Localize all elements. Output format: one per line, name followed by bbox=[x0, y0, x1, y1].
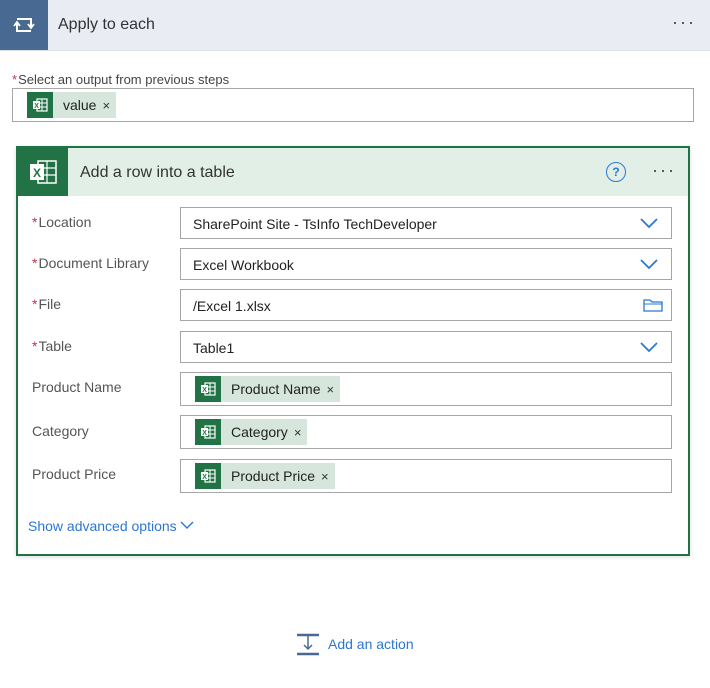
output-input[interactable]: X value × bbox=[12, 88, 694, 122]
remove-token-icon[interactable]: × bbox=[321, 469, 335, 484]
action-header[interactable]: X Add a row into a table ? ··· bbox=[18, 148, 688, 196]
apply-to-each-title: Apply to each bbox=[58, 16, 155, 33]
svg-text:X: X bbox=[202, 474, 207, 481]
excel-icon: X bbox=[195, 463, 221, 489]
required-marker: * bbox=[32, 255, 38, 271]
value-token-label: value bbox=[63, 97, 97, 113]
add-an-action-label: Add an action bbox=[328, 636, 414, 652]
more-options-icon[interactable]: ··· bbox=[672, 12, 696, 33]
add-row-action-card: X Add a row into a table ? ··· *Location… bbox=[16, 146, 690, 556]
more-options-icon[interactable]: ··· bbox=[652, 160, 676, 181]
location-label-text: Location bbox=[38, 214, 92, 230]
file-input[interactable]: /Excel 1.xlsx bbox=[180, 289, 672, 321]
remove-token-icon[interactable]: × bbox=[102, 98, 116, 113]
location-dropdown[interactable]: SharePoint Site - TsInfo TechDeveloper bbox=[180, 207, 672, 239]
remove-token-icon[interactable]: × bbox=[294, 425, 308, 440]
show-advanced-options-link[interactable]: Show advanced options bbox=[28, 518, 177, 534]
excel-icon: X bbox=[18, 148, 68, 196]
folder-icon[interactable] bbox=[643, 297, 663, 313]
document-library-value: Excel Workbook bbox=[193, 257, 294, 273]
required-marker: * bbox=[32, 296, 38, 312]
category-label: Category bbox=[32, 423, 89, 439]
file-label-text: File bbox=[38, 296, 62, 312]
product-name-token[interactable]: X Product Name × bbox=[195, 376, 341, 402]
chevron-down-icon[interactable] bbox=[639, 339, 659, 355]
output-field-label-text: Select an output from previous steps bbox=[18, 72, 230, 87]
category-token[interactable]: X Category × bbox=[195, 419, 308, 445]
location-label: *Location bbox=[32, 214, 91, 230]
table-dropdown[interactable]: Table1 bbox=[180, 331, 672, 363]
chevron-down-icon[interactable] bbox=[180, 520, 194, 530]
value-token[interactable]: X value × bbox=[27, 92, 117, 118]
table-label-text: Table bbox=[38, 338, 72, 354]
excel-icon: X bbox=[195, 419, 221, 445]
action-title: Add a row into a table bbox=[80, 164, 235, 181]
product-name-token-label: Product Name bbox=[231, 381, 321, 397]
svg-text:X: X bbox=[33, 166, 41, 180]
required-marker: * bbox=[12, 72, 18, 87]
product-price-token-label: Product Price bbox=[231, 468, 316, 484]
document-library-label: *Document Library bbox=[32, 255, 149, 271]
add-action-icon bbox=[297, 633, 319, 656]
product-price-input[interactable]: X Product Price × bbox=[180, 459, 672, 493]
required-marker: * bbox=[32, 338, 38, 354]
help-icon[interactable]: ? bbox=[606, 162, 626, 182]
required-marker: * bbox=[32, 214, 38, 230]
file-value: /Excel 1.xlsx bbox=[193, 298, 271, 314]
category-input[interactable]: X Category × bbox=[180, 415, 672, 449]
location-value: SharePoint Site - TsInfo TechDeveloper bbox=[193, 216, 437, 232]
apply-to-each-header[interactable]: Apply to each ··· bbox=[0, 0, 710, 51]
add-an-action-button[interactable]: Add an action bbox=[296, 632, 414, 656]
loop-icon bbox=[0, 0, 48, 50]
remove-token-icon[interactable]: × bbox=[326, 382, 340, 397]
table-label: *Table bbox=[32, 338, 72, 354]
svg-text:X: X bbox=[34, 103, 39, 110]
svg-text:X: X bbox=[202, 387, 207, 394]
product-price-token[interactable]: X Product Price × bbox=[195, 463, 335, 489]
table-value: Table1 bbox=[193, 340, 235, 356]
svg-text:X: X bbox=[202, 430, 207, 437]
document-library-dropdown[interactable]: Excel Workbook bbox=[180, 248, 672, 280]
document-library-label-text: Document Library bbox=[38, 255, 149, 271]
excel-icon: X bbox=[195, 376, 221, 402]
category-token-label: Category bbox=[231, 424, 288, 440]
excel-icon: X bbox=[27, 92, 53, 118]
product-price-label: Product Price bbox=[32, 466, 117, 482]
chevron-down-icon[interactable] bbox=[639, 256, 659, 272]
product-name-input[interactable]: X Product Name × bbox=[180, 372, 672, 406]
file-label: *File bbox=[32, 296, 61, 312]
chevron-down-icon[interactable] bbox=[639, 215, 659, 231]
output-field-label: *Select an output from previous steps bbox=[12, 72, 229, 87]
product-name-label: Product Name bbox=[32, 379, 122, 395]
